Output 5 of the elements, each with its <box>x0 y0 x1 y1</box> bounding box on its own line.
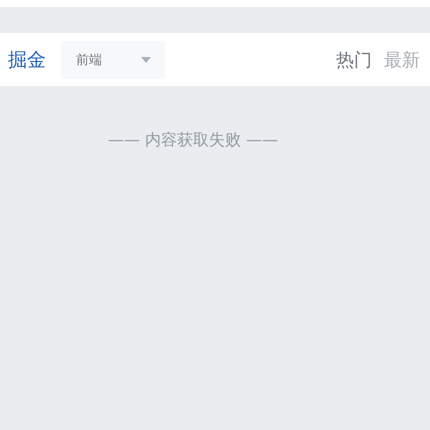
caret-icon <box>141 56 151 62</box>
logo-text[interactable]: 掘金 <box>8 46 46 72</box>
category-select[interactable]: 前端 <box>61 40 165 78</box>
tab[interactable]: 热门 <box>336 48 372 72</box>
error-message: —— 内容获取失败 —— <box>108 130 278 151</box>
